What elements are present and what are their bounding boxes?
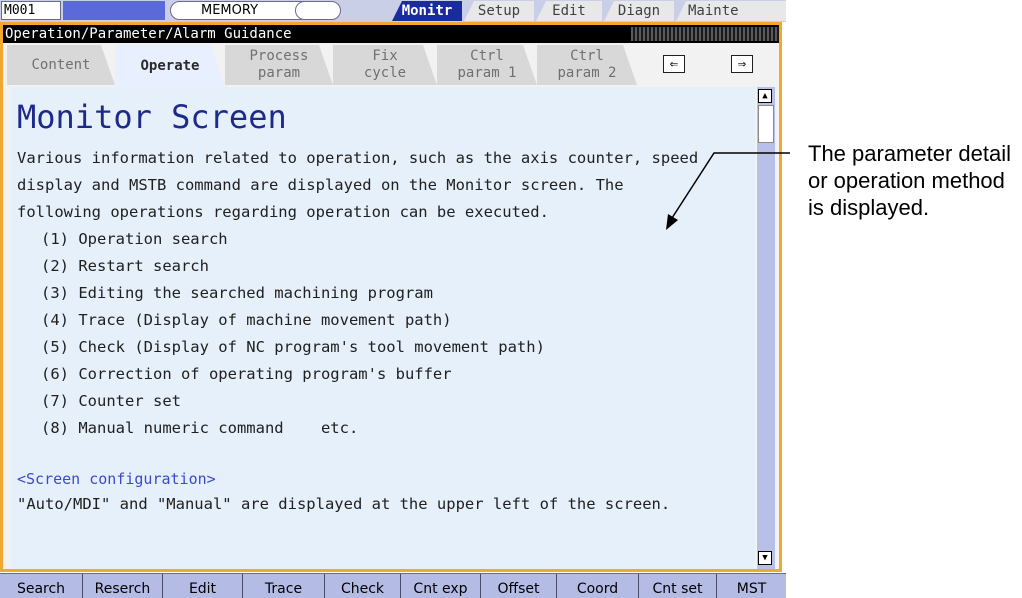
callout-text: The parameter detail or operation method… — [808, 141, 1011, 220]
callout-leader-line — [666, 152, 790, 230]
